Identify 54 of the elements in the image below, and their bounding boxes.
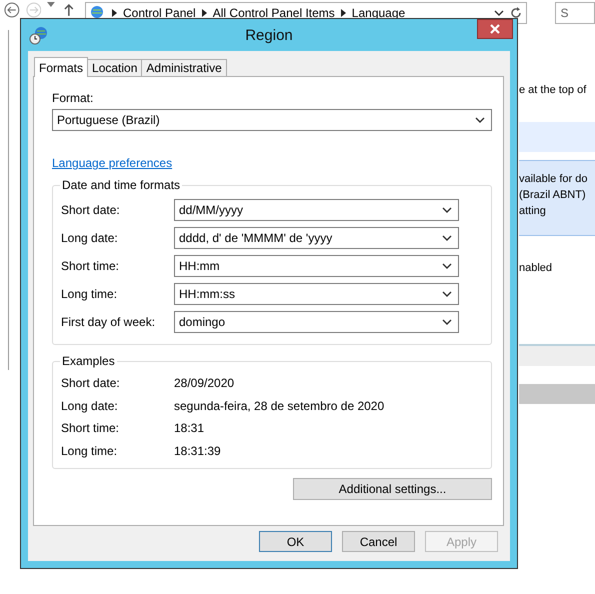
- chevron-right-icon: [340, 9, 346, 17]
- field-label: Short time:: [61, 259, 120, 273]
- example-label: Short time:: [61, 421, 120, 436]
- additional-settings-button[interactable]: Additional settings...: [293, 478, 492, 500]
- chevron-down-icon: [442, 291, 452, 297]
- example-value: 28/09/2020: [174, 376, 236, 390]
- close-button[interactable]: [477, 19, 513, 39]
- language-item[interactable]: vailable for do (Brazil ABNT) atting: [519, 160, 595, 236]
- description-text: e at the top of: [519, 84, 588, 96]
- chevron-down-icon: [442, 207, 452, 213]
- window-title: Region: [244, 26, 294, 44]
- breadcrumb-item[interactable]: All Control Panel Items: [212, 6, 335, 20]
- tab[interactable]: Administrative: [141, 59, 227, 76]
- tab[interactable]: Formats: [34, 57, 88, 77]
- example-value: segunda-feira, 28 de setembro de 2020: [174, 398, 386, 413]
- item-text: vailable for do: [519, 172, 588, 187]
- field-label: Long date:: [61, 231, 119, 245]
- dropdown-icon[interactable]: [47, 2, 56, 7]
- example-label: Long time:: [61, 444, 118, 458]
- dialog-button[interactable]: Cancel: [342, 531, 415, 552]
- format-dropdown[interactable]: HH:mm: [174, 255, 459, 277]
- language-preferences-link[interactable]: Language preferences: [52, 156, 172, 170]
- chevron-right-icon: [202, 9, 207, 17]
- example-value: 18:31: [174, 421, 206, 436]
- back-icon[interactable]: [4, 2, 20, 18]
- example-label: Short date:: [61, 376, 121, 390]
- chevron-down-icon: [494, 10, 504, 16]
- close-icon: [490, 24, 500, 34]
- item-text: (Brazil ABNT): [519, 188, 587, 203]
- field-label: Short date:: [61, 203, 121, 217]
- example-value: 18:31:39: [174, 444, 222, 458]
- format-dropdown[interactable]: domingo: [174, 311, 459, 333]
- chevron-right-icon: [112, 9, 118, 17]
- dialog-button[interactable]: OK: [259, 531, 332, 552]
- format-dropdown[interactable]: HH:mm:ss: [174, 283, 459, 305]
- chevron-down-icon: [442, 319, 452, 325]
- field-label: First day of week:: [61, 315, 156, 329]
- chevron-down-icon: [475, 117, 485, 123]
- status-text: nabled: [519, 262, 554, 274]
- chevron-down-icon: [442, 235, 452, 241]
- refresh-icon[interactable]: [510, 7, 522, 19]
- format-label: Format:: [52, 91, 94, 105]
- format-dropdown[interactable]: Portuguese (Brazil): [52, 109, 492, 131]
- globe-clock-icon: [29, 25, 49, 45]
- field-label: Long time:: [61, 287, 118, 301]
- breadcrumb-item[interactable]: Control Panel: [123, 6, 196, 20]
- chevron-down-icon: [442, 263, 452, 269]
- group-title: Examples: [61, 354, 116, 368]
- format-dropdown[interactable]: dd/MM/yyyy: [174, 199, 459, 221]
- format-dropdown[interactable]: dddd, d' de 'MMMM' de 'yyyy: [174, 227, 459, 249]
- item-text: atting: [519, 204, 547, 219]
- group-title: Date and time formats: [61, 178, 182, 192]
- search-field[interactable]: S: [555, 2, 595, 24]
- example-label: Long date:: [61, 398, 119, 413]
